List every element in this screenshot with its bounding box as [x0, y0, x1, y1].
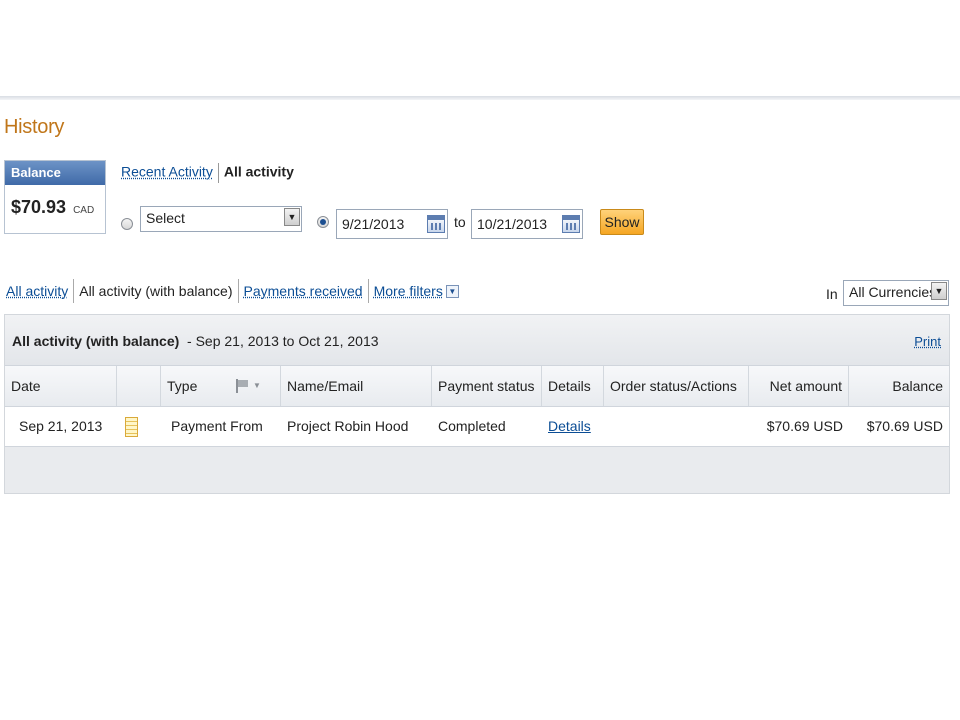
- column-header-date[interactable]: Date: [5, 366, 117, 406]
- panel-title: All activity (with balance) - Sep 21, 20…: [12, 333, 379, 349]
- row-name: Project Robin Hood: [287, 418, 409, 434]
- balance-amount: $70.93 CAD: [5, 185, 105, 218]
- date-range-radio[interactable]: [317, 216, 329, 228]
- select-value: Select: [146, 210, 185, 226]
- column-header-name[interactable]: Name/Email: [281, 366, 432, 406]
- transaction-type-select[interactable]: Select ▼: [140, 206, 302, 232]
- chevron-down-icon[interactable]: ▼: [284, 208, 300, 226]
- row-details-cell: Details: [542, 407, 604, 446]
- date-from-value: 9/21/2013: [342, 216, 405, 232]
- divider: [73, 279, 75, 303]
- chevron-down-icon[interactable]: ▼: [445, 284, 459, 298]
- row-balance: $70.69 USD: [866, 418, 943, 434]
- row-order-status: [604, 407, 749, 446]
- note-icon: [125, 417, 138, 437]
- activity-tabs: All activity All activity (with balance)…: [6, 279, 459, 303]
- balance-currency: CAD: [73, 205, 95, 216]
- currency-select-value: All Currencies: [849, 284, 937, 300]
- to-label: to: [454, 214, 466, 230]
- page-title: History: [4, 116, 65, 138]
- divider: [367, 279, 369, 303]
- show-button[interactable]: Show: [600, 209, 644, 235]
- print-link[interactable]: Print: [914, 334, 941, 349]
- table-row[interactable]: Sep 21, 2013 Payment From Project Robin …: [5, 407, 949, 447]
- row-status: Completed: [438, 418, 506, 434]
- activity-switch: Recent Activity All activity: [121, 163, 294, 183]
- table-header: Date ▼ Type Name/Email Payment status De…: [5, 365, 949, 407]
- select-filter-radio[interactable]: [121, 218, 133, 230]
- row-type: Payment From: [171, 418, 263, 434]
- tab-all-activity-balance: All activity (with balance): [79, 283, 233, 299]
- all-activity-label: All activity: [223, 163, 294, 180]
- activity-panel: All activity (with balance) - Sep 21, 20…: [4, 314, 950, 494]
- calendar-icon[interactable]: [562, 215, 580, 233]
- divider: [217, 163, 219, 183]
- balance-box: Balance $70.93 CAD: [4, 160, 106, 234]
- date-to-value: 10/21/2013: [477, 216, 548, 232]
- tab-payments-received[interactable]: Payments received: [244, 283, 363, 299]
- chevron-down-icon[interactable]: ▼: [931, 282, 947, 300]
- divider: [237, 279, 239, 303]
- balance-label: Balance: [5, 161, 105, 185]
- column-header-type[interactable]: Type: [161, 366, 281, 406]
- date-from-input[interactable]: 9/21/2013: [336, 209, 448, 239]
- column-header-flag[interactable]: ▼: [117, 366, 261, 406]
- row-date: Sep 21, 2013: [19, 418, 103, 434]
- panel-date-range: - Sep 21, 2013 to Oct 21, 2013: [187, 333, 379, 349]
- panel-title-label: All activity (with balance): [12, 333, 180, 349]
- currency-select[interactable]: All Currencies ▼: [843, 280, 949, 306]
- column-header-payment-status[interactable]: Payment status: [432, 366, 542, 406]
- more-filters-link[interactable]: More filters: [374, 283, 443, 299]
- column-header-net-amount[interactable]: Net amount: [749, 366, 849, 406]
- column-header-order-status: Order status/Actions: [604, 366, 749, 406]
- calendar-icon[interactable]: [427, 215, 445, 233]
- top-divider: [0, 96, 960, 100]
- column-header-balance[interactable]: Balance: [849, 366, 949, 406]
- details-link[interactable]: Details: [548, 418, 591, 434]
- balance-value: $70.93: [11, 197, 67, 217]
- panel-header: All activity (with balance) - Sep 21, 20…: [5, 315, 949, 365]
- column-header-details: Details: [542, 366, 604, 406]
- tab-all-activity[interactable]: All activity: [6, 283, 68, 299]
- recent-activity-link[interactable]: Recent Activity: [121, 164, 213, 180]
- row-net-amount: $70.69 USD: [766, 418, 843, 434]
- date-to-input[interactable]: 10/21/2013: [471, 209, 583, 239]
- currency-in-label: In: [826, 286, 838, 302]
